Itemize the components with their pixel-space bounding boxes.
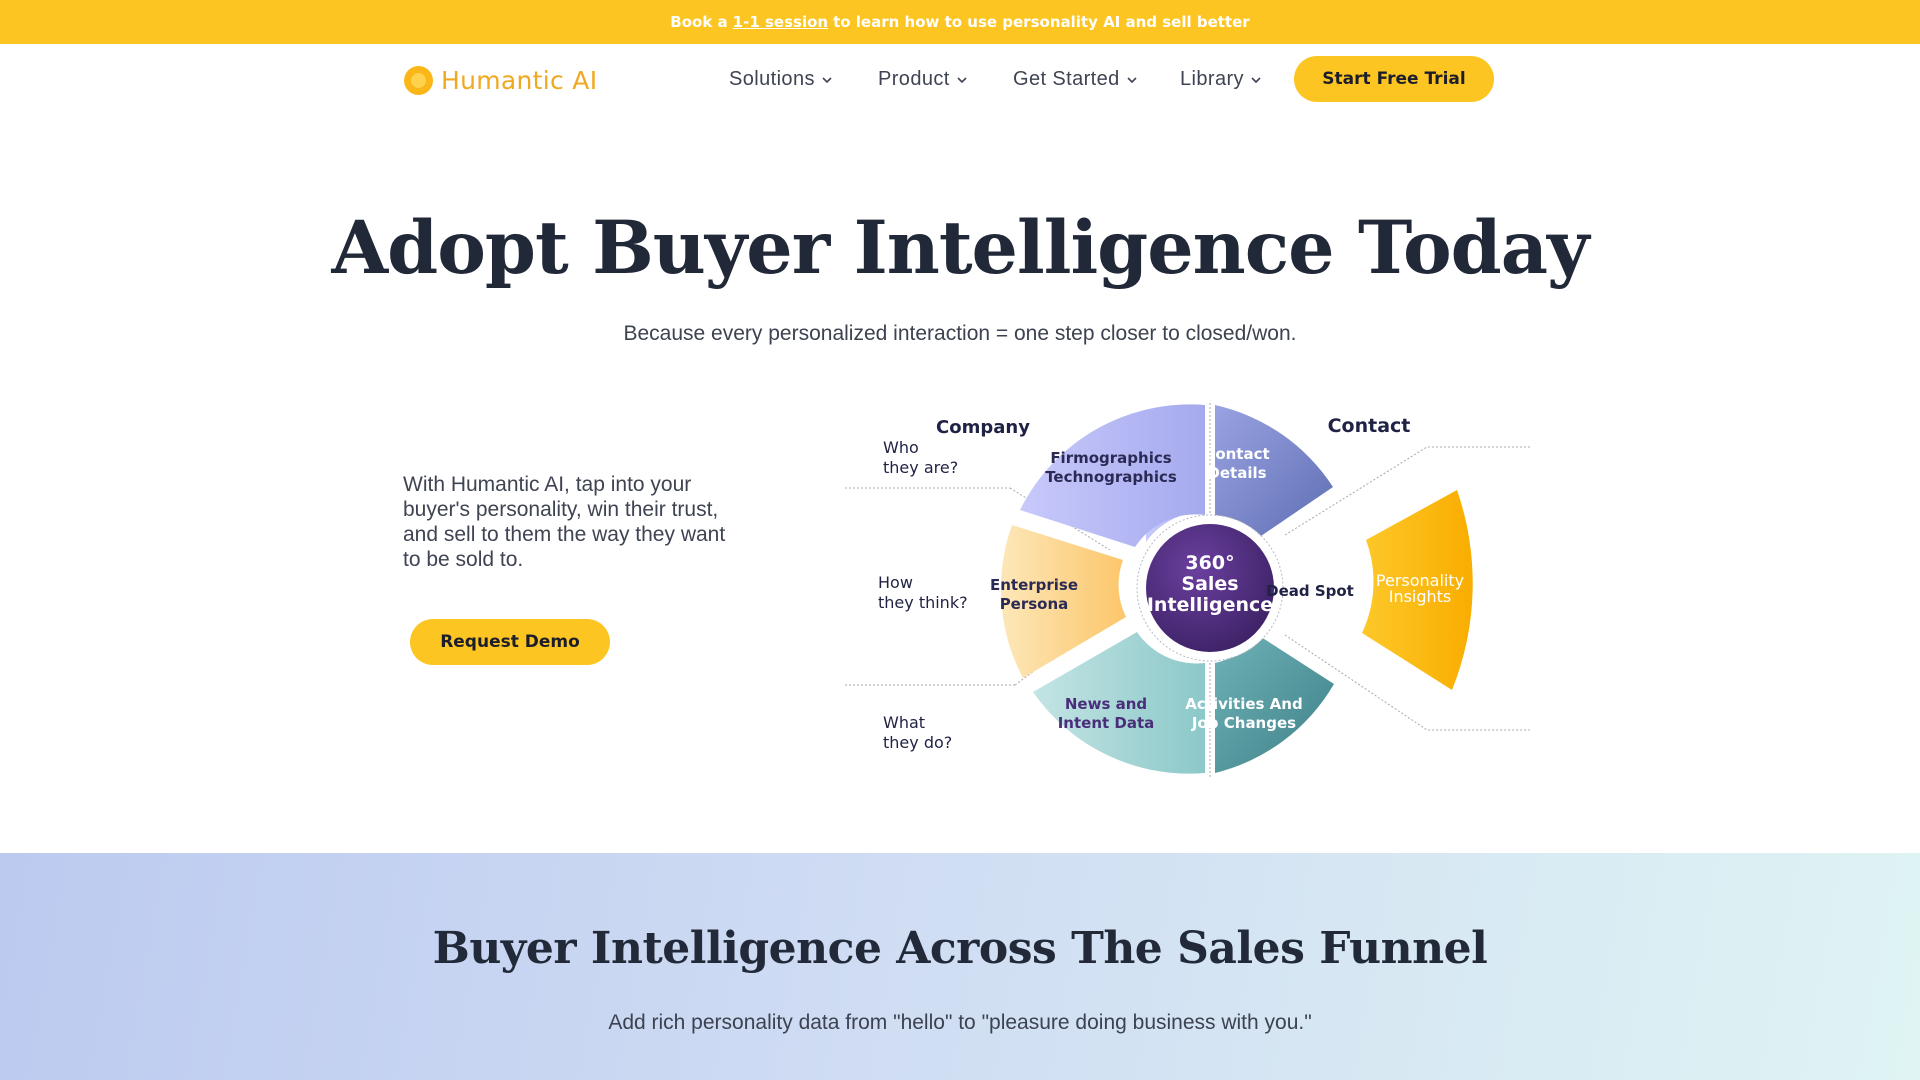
contact-heading: Contact <box>1328 415 1411 437</box>
nav-item-label: Solutions <box>729 68 815 90</box>
center-line-1: 360° <box>1185 552 1234 574</box>
question-how-2: they think? <box>878 593 968 612</box>
label-job-changes: Job Changes <box>1191 714 1296 732</box>
announcement-suffix: to learn how to use personality AI and s… <box>833 13 1250 31</box>
nav-item-product[interactable]: Product <box>878 68 968 91</box>
main-navigation: Humantic AI Solutions Product Get Starte… <box>0 44 1920 114</box>
label-news: News and <box>1065 695 1147 713</box>
nav-item-label: Get Started <box>1013 68 1120 90</box>
funnel-title: Buyer Intelligence Across The Sales Funn… <box>432 923 1488 974</box>
logo[interactable]: Humantic AI <box>404 66 597 95</box>
center-line-3: Intelligence <box>1147 594 1273 616</box>
nav-item-solutions[interactable]: Solutions <box>729 68 833 91</box>
logo-text: Humantic AI <box>441 66 598 95</box>
question-who-1: Who <box>883 438 919 457</box>
label-firmographics: Firmographics <box>1050 449 1171 467</box>
announcement-bar: Book a 1-1 session to learn how to use p… <box>0 0 1920 44</box>
request-demo-button[interactable]: Request Demo <box>410 619 610 665</box>
nav-item-library[interactable]: Library <box>1180 68 1262 91</box>
nav-item-get-started[interactable]: Get Started <box>1013 68 1138 91</box>
label-contact: Contact <box>1204 445 1269 463</box>
label-intent-data: Intent Data <box>1058 714 1155 732</box>
hero-subtitle: Because every personalized interaction =… <box>623 322 1297 345</box>
label-enterprise: Enterprise <box>990 576 1078 594</box>
question-how-1: How <box>878 573 913 592</box>
sales-funnel-section: Buyer Intelligence Across The Sales Funn… <box>0 853 1920 1080</box>
funnel-subtitle: Add rich personality data from "hello" t… <box>608 1011 1312 1034</box>
question-who-2: they are? <box>883 458 958 477</box>
nav-item-label: Library <box>1180 68 1244 90</box>
label-activities: Activities And <box>1185 695 1302 713</box>
chevron-down-icon <box>1251 76 1261 83</box>
start-free-trial-button[interactable]: Start Free Trial <box>1294 56 1494 102</box>
chevron-down-icon <box>957 76 967 83</box>
label-technographics: Technographics <box>1045 468 1177 486</box>
chevron-down-icon <box>1127 76 1137 83</box>
chevron-down-icon <box>822 76 832 83</box>
label-persona: Persona <box>1000 595 1069 613</box>
label-dead-spot: Dead Spot <box>1266 582 1354 600</box>
label-insights: Insights <box>1389 587 1452 606</box>
sales-intelligence-diagram: 360° Sales Intelligence Company Contact … <box>845 403 1530 777</box>
question-what-2: they do? <box>883 733 952 752</box>
announcement-prefix: Book a <box>670 13 728 31</box>
company-heading: Company <box>936 417 1030 438</box>
center-line-2: Sales <box>1181 573 1238 595</box>
question-what-1: What <box>883 713 925 732</box>
page-title: Adopt Buyer Intelligence Today <box>331 205 1590 291</box>
label-details: Details <box>1207 464 1266 482</box>
humantic-logo-icon <box>404 66 433 95</box>
book-session-link[interactable]: 1-1 session <box>733 13 828 31</box>
nav-item-label: Product <box>878 68 950 90</box>
hero-description: With Humantic AI, tap into your buyer's … <box>403 473 726 571</box>
